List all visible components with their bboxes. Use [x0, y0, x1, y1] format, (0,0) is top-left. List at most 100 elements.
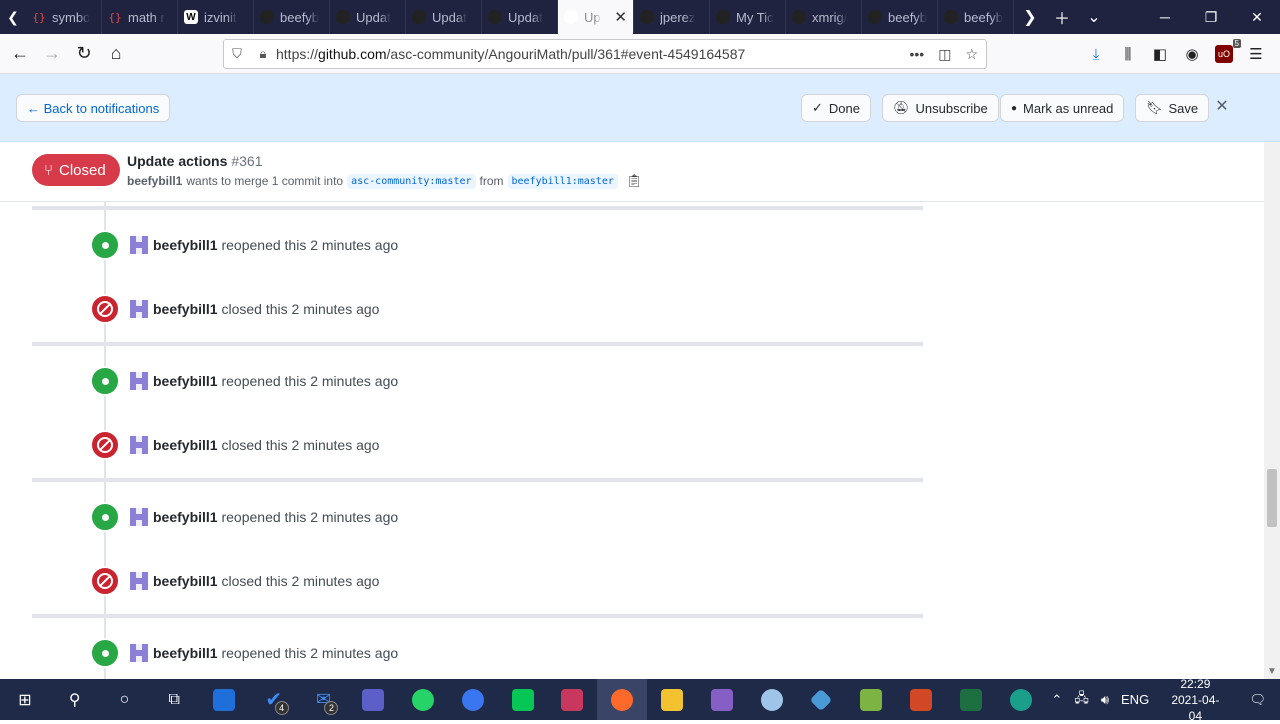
tab-title: Updat — [356, 9, 391, 25]
close-tab-icon[interactable]: ✕ — [614, 8, 627, 26]
network-icon[interactable]: 🖧︎ — [1068, 689, 1095, 711]
copy-clipboard-icon[interactable]: 📋︎ — [626, 173, 643, 189]
save-button[interactable]: 🔖︎ Save — [1135, 94, 1210, 122]
avatar[interactable] — [130, 644, 148, 662]
browser-tab[interactable]: beefyb — [938, 0, 1014, 34]
visual-studio-icon[interactable] — [697, 679, 747, 720]
snipping-tool-icon[interactable] — [797, 679, 847, 720]
page-actions-ellipsis-icon[interactable]: ••• — [909, 46, 924, 62]
back-to-notifications-button[interactable]: ← Back to notifications — [16, 94, 171, 122]
library-icon[interactable]: ⫼ — [1112, 38, 1144, 70]
pr-author-link[interactable]: beefybill1 — [127, 174, 182, 188]
tab-list: {} symbo {} math r Wizvinit beefyb Updat Updat U… — [26, 0, 1014, 34]
hamburger-menu-icon[interactable]: ☰ — [1240, 38, 1272, 70]
base-branch[interactable]: asc-community:master — [347, 173, 476, 189]
browser-tab[interactable]: xmrig/ — [786, 0, 862, 34]
home-icon[interactable]: ⌂ — [100, 38, 132, 70]
lock-icon[interactable]: 🔒︎ — [250, 46, 276, 62]
event-user-link[interactable]: beefybill1 — [153, 301, 218, 317]
mark-as-unread-button[interactable]: ● Mark as unread — [1000, 94, 1125, 122]
sidebar-icon[interactable]: ◧ — [1144, 38, 1176, 70]
tab-title: Up — [584, 9, 601, 25]
avatar[interactable] — [130, 372, 148, 390]
event-user-link[interactable]: beefybill1 — [153, 645, 218, 661]
powerpoint-app-icon[interactable] — [896, 679, 946, 720]
page-scrollbar[interactable] — [1264, 142, 1280, 679]
avatar[interactable] — [130, 300, 148, 318]
browser-tab[interactable]: Wizvinit — [178, 0, 254, 34]
browser-tab[interactable]: {} math r — [102, 0, 178, 34]
line-app-icon[interactable] — [498, 679, 548, 720]
event-user-link[interactable]: beefybill1 — [153, 437, 218, 453]
volume-icon[interactable]: 🔊︎ — [1095, 692, 1115, 708]
url-bar[interactable]: ⛉ 🔒︎ https://github.com/asc-community/An… — [223, 39, 987, 69]
whatsapp-app-icon[interactable] — [398, 679, 448, 720]
action-center-icon[interactable]: 🗨︎ — [1236, 692, 1280, 708]
reload-icon[interactable]: ↻ — [68, 38, 100, 70]
teams-tile — [362, 688, 385, 711]
scroll-tabs-right-icon[interactable]: ❯ — [1014, 0, 1046, 34]
firefox-app-icon[interactable] — [597, 679, 648, 720]
teams-app-icon[interactable] — [348, 679, 398, 720]
task-view-icon[interactable]: ⧉ — [149, 679, 199, 720]
discord-app-icon[interactable] — [548, 679, 598, 720]
pocket-icon[interactable]: ◫ — [938, 46, 951, 63]
clock-date: 2021-04-04 — [1171, 692, 1220, 723]
account-icon[interactable]: ◉ — [1176, 38, 1208, 70]
browser-tab[interactable]: My Tic — [710, 0, 786, 34]
ublock-extension[interactable]: uO 5 — [1208, 38, 1241, 70]
head-branch[interactable]: beefybill1:master — [507, 173, 618, 189]
input-language[interactable]: ENG — [1115, 692, 1155, 707]
browser-tab[interactable]: Updat — [482, 0, 558, 34]
event-user-link[interactable]: beefybill1 — [153, 373, 218, 389]
url-text[interactable]: https://github.com/asc-community/Angouri… — [276, 46, 745, 62]
tracking-shield-icon[interactable]: ⛉ — [224, 46, 250, 62]
bookmark-star-icon[interactable]: ☆ — [965, 46, 978, 63]
browser-tab[interactable]: Updat — [406, 0, 482, 34]
signal-app-icon[interactable] — [448, 679, 498, 720]
browser-tab[interactable]: beefyb — [254, 0, 330, 34]
browser-tab[interactable]: {} symbo — [26, 0, 102, 34]
unsubscribe-button[interactable]: 🔕︎ Unsubscribe — [882, 94, 999, 122]
todo-app-icon[interactable]: ✔ 4 — [249, 679, 299, 720]
scrollbar-thumb[interactable] — [1267, 469, 1277, 527]
browser-tab[interactable]: beefyb — [862, 0, 938, 34]
browser-tab[interactable]: Updat — [330, 0, 406, 34]
timeline-reopened-event: beefybill1 reopened this 2 minutes ago — [90, 366, 398, 396]
show-hidden-icons-chevron-icon[interactable]: ⌃ — [1045, 692, 1068, 708]
event-user-link[interactable]: beefybill1 — [153, 237, 218, 253]
mail-app-icon[interactable]: ✉ 2 — [299, 679, 349, 720]
avatar[interactable] — [130, 436, 148, 454]
cortana-icon[interactable]: ○ — [100, 679, 150, 720]
scroll-tabs-left-icon[interactable]: ❮ — [0, 0, 26, 34]
notepad-app-icon[interactable] — [846, 679, 896, 720]
paint-app-icon[interactable] — [747, 679, 797, 720]
new-tab-plus-icon[interactable]: ＋ — [1046, 0, 1078, 34]
avatar[interactable] — [130, 236, 148, 254]
w-letter-icon: W — [184, 10, 198, 24]
excel-app-icon[interactable] — [946, 679, 996, 720]
close-notification-icon[interactable]: ✕ — [1212, 96, 1232, 116]
browser-tab[interactable]: jperez — [634, 0, 710, 34]
browser-tab[interactable]: Up ✕ — [558, 0, 634, 34]
file-explorer-icon[interactable] — [647, 679, 697, 720]
list-tabs-chevron-icon[interactable]: ⌄ — [1078, 0, 1110, 34]
done-button[interactable]: ✓ Done — [801, 94, 871, 122]
browser-nav-bar: ← → ↻ ⌂ ⛉ 🔒︎ https://github.com/asc-comm… — [0, 34, 1280, 74]
forward-arrow-icon[interactable]: → — [36, 38, 68, 70]
event-user-link[interactable]: beefybill1 — [153, 509, 218, 525]
scroll-down-arrow-icon[interactable]: ▼ — [1264, 664, 1280, 679]
vpn-app-icon[interactable] — [996, 679, 1046, 720]
clock[interactable]: 22:29 2021-04-04 — [1155, 676, 1235, 724]
windows-start-icon[interactable]: ⊞ — [0, 679, 50, 720]
search-icon[interactable]: ⚲ — [50, 679, 100, 720]
close-window-icon[interactable]: ✕ — [1234, 0, 1280, 34]
avatar[interactable] — [130, 508, 148, 526]
download-icon[interactable]: ⤓ — [1080, 38, 1112, 70]
restore-window-icon[interactable]: ❐ — [1188, 0, 1234, 34]
back-arrow-icon[interactable]: ← — [4, 38, 36, 70]
event-user-link[interactable]: beefybill1 — [153, 573, 218, 589]
calendar-app-icon[interactable] — [199, 679, 249, 720]
minimize-window-icon[interactable]: ─ — [1142, 0, 1188, 34]
avatar[interactable] — [130, 572, 148, 590]
